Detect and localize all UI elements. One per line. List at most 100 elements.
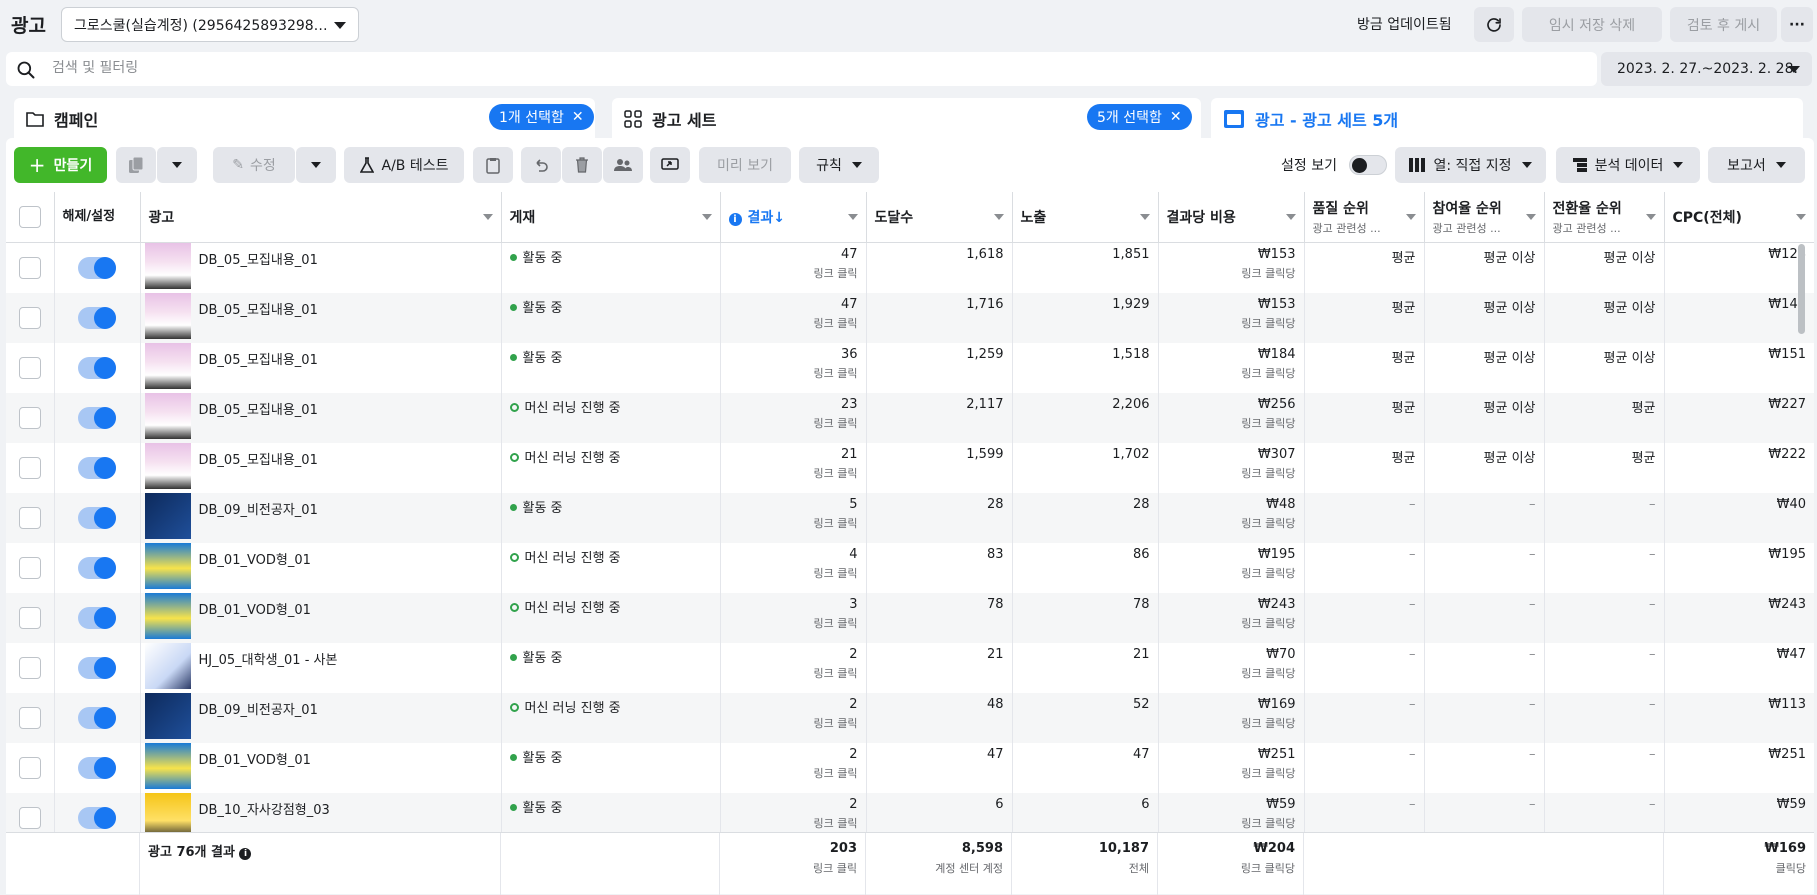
view-setup-toggle[interactable] — [1349, 155, 1387, 175]
tab-adset[interactable]: 광고 세트 5개 선택함 ✕ — [612, 98, 1201, 140]
edit-dropdown-button[interactable] — [296, 147, 336, 183]
table-row[interactable]: DB_09_비전공자_01 머신 러닝 진행 중 2 링크 클릭 48 52 ₩169 링크 … — [6, 693, 1814, 743]
preview-button[interactable]: 미리 보기 — [699, 147, 791, 183]
row-checkbox[interactable] — [18, 807, 41, 829]
duplicate-button[interactable] — [116, 147, 156, 183]
row-checkbox[interactable] — [18, 707, 41, 729]
info-icon[interactable]: i — [239, 848, 252, 860]
col-quality[interactable]: 품질 순위 광고 관련성 ... — [1304, 192, 1425, 243]
undo-button[interactable] — [521, 147, 561, 183]
col-impressions[interactable]: 노출 — [1012, 192, 1159, 243]
tab-campaign[interactable]: 캠페인 1개 선택함 ✕ — [14, 98, 595, 140]
ab-test-button[interactable]: A/B 테스트 — [344, 147, 464, 183]
table-row[interactable]: DB_05_모집내용_01 머신 러닝 진행 중 23 링크 클릭 2,117 2,206… — [6, 393, 1814, 443]
adset-selected-badge[interactable]: 5개 선택함 ✕ — [1087, 104, 1192, 130]
account-selector[interactable]: 그로스쿨(실습계정) (2956425893298… — [61, 7, 359, 42]
close-icon[interactable]: ✕ — [572, 109, 584, 125]
ad-name[interactable]: DB_09_비전공자_01 — [199, 697, 318, 718]
col-cpc[interactable]: CPC(전체) — [1664, 192, 1814, 243]
ad-name-cell[interactable]: HJ_05_대학생_01 - 사본 — [140, 643, 502, 693]
table-row[interactable]: DB_05_모집내용_01 활동 중 47 링크 클릭 1,716 1,929 ₩153 링크… — [6, 293, 1814, 343]
row-checkbox[interactable] — [18, 357, 41, 379]
ad-on-off-toggle[interactable] — [78, 557, 116, 579]
date-range-selector[interactable]: 2023. 2. 27.~2023. 2. 28. — [1601, 52, 1812, 86]
ad-on-off-toggle[interactable] — [78, 407, 116, 429]
ad-on-off-toggle[interactable] — [78, 457, 116, 479]
col-engagement[interactable]: 참여율 순위 광고 관련성 ... — [1424, 192, 1545, 243]
columns-button[interactable]: 열: 직접 지정 — [1395, 147, 1546, 183]
col-ad[interactable]: 광고 — [140, 192, 502, 243]
ad-on-off-toggle[interactable] — [78, 807, 116, 829]
ad-name-cell[interactable]: DB_05_모집내용_01 — [140, 343, 502, 393]
breakdown-button[interactable]: 분석 데이터 — [1556, 147, 1700, 183]
ad-on-off-toggle[interactable] — [78, 757, 116, 779]
row-checkbox[interactable] — [18, 607, 41, 629]
table-row[interactable]: DB_05_모집내용_01 활동 중 36 링크 클릭 1,259 1,518 ₩184 링크… — [6, 343, 1814, 393]
ad-name-cell[interactable]: DB_01_VOD형_01 — [140, 543, 502, 593]
col-conversion[interactable]: 전환율 순위 광고 관련성 ... — [1544, 192, 1665, 243]
row-checkbox[interactable] — [18, 507, 41, 529]
delete-button[interactable] — [562, 147, 602, 183]
ad-name-cell[interactable]: DB_05_모집내용_01 — [140, 242, 502, 293]
table-row[interactable]: DB_09_비전공자_01 활동 중 5 링크 클릭 28 28 ₩48 링크 클릭당 – – – ₩… — [6, 493, 1814, 543]
tab-ad[interactable]: 광고 - 광고 세트 5개 — [1211, 98, 1803, 140]
ad-name[interactable]: DB_05_모집내용_01 — [199, 297, 318, 318]
ad-name[interactable]: DB_05_모집내용_01 — [199, 447, 318, 468]
ad-on-off-toggle[interactable] — [78, 257, 116, 279]
table-row[interactable]: HJ_05_대학생_01 - 사본 활동 중 2 링크 클릭 21 21 ₩70 링크 클릭당… — [6, 643, 1814, 693]
ad-name[interactable]: DB_01_VOD형_01 — [199, 747, 311, 768]
ad-name[interactable]: DB_05_모집내용_01 — [199, 397, 318, 418]
row-checkbox[interactable] — [18, 557, 41, 579]
col-reach[interactable]: 도달수 — [866, 192, 1013, 243]
ad-name-cell[interactable]: DB_01_VOD형_01 — [140, 593, 502, 643]
table-row[interactable]: DB_10_자사강점형_03 활동 중 2 링크 클릭 6 6 ₩59 링크 클릭당 – – – ₩5… — [6, 793, 1814, 832]
row-checkbox[interactable] — [18, 657, 41, 679]
table-scrollbar[interactable] — [1798, 244, 1805, 334]
ad-name-cell[interactable]: DB_05_모집내용_01 — [140, 443, 502, 493]
ad-on-off-toggle[interactable] — [78, 507, 116, 529]
ad-name[interactable]: DB_10_자사강점형_03 — [199, 797, 330, 818]
col-toggle[interactable]: 해제/설정 — [54, 192, 141, 243]
ad-name[interactable]: DB_01_VOD형_01 — [199, 597, 311, 618]
ad-name[interactable]: DB_05_모집내용_01 — [199, 247, 318, 268]
ad-on-off-toggle[interactable] — [78, 607, 116, 629]
ad-name[interactable]: DB_05_모집내용_01 — [199, 347, 318, 368]
row-checkbox[interactable] — [18, 457, 41, 479]
row-checkbox[interactable] — [18, 307, 41, 329]
ad-on-off-toggle[interactable] — [78, 707, 116, 729]
ad-name-cell[interactable]: DB_05_모집내용_01 — [140, 293, 502, 343]
ad-name-cell[interactable]: DB_05_모집내용_01 — [140, 393, 502, 443]
table-row[interactable]: DB_05_모집내용_01 활동 중 47 링크 클릭 1,618 1,851 ₩153 링크… — [6, 242, 1814, 293]
table-row[interactable]: DB_01_VOD형_01 머신 러닝 진행 중 3 링크 클릭 78 78 ₩243 링크 … — [6, 593, 1814, 643]
row-checkbox[interactable] — [18, 257, 41, 279]
refresh-button[interactable] — [1474, 7, 1514, 42]
ad-name-cell[interactable]: DB_09_비전공자_01 — [140, 493, 502, 543]
ad-on-off-toggle[interactable] — [78, 307, 116, 329]
ad-name[interactable]: DB_09_비전공자_01 — [199, 497, 318, 518]
table-row[interactable]: DB_01_VOD형_01 활동 중 2 링크 클릭 47 47 ₩251 링크 클릭당 – – –… — [6, 743, 1814, 793]
row-checkbox[interactable] — [18, 407, 41, 429]
ad-on-off-toggle[interactable] — [78, 357, 116, 379]
clipboard-button[interactable] — [473, 147, 513, 183]
more-options-button[interactable]: ··· — [1781, 7, 1813, 42]
create-button[interactable]: + 만들기 — [14, 147, 107, 183]
ad-name-cell[interactable]: DB_01_VOD형_01 — [140, 743, 502, 793]
rules-button[interactable]: 규칙 — [799, 147, 879, 183]
review-publish-button[interactable]: 검토 후 게시 — [1670, 7, 1777, 42]
row-checkbox[interactable] — [18, 757, 41, 779]
edit-button[interactable]: ✎ 수정 — [213, 147, 295, 183]
ad-on-off-toggle[interactable] — [78, 657, 116, 679]
col-results[interactable]: i 결과↓ — [720, 192, 867, 243]
search-input[interactable] — [52, 60, 952, 76]
campaign-selected-badge[interactable]: 1개 선택함 ✕ — [489, 104, 594, 130]
ad-name[interactable]: DB_01_VOD형_01 — [199, 547, 311, 568]
ad-name-cell[interactable]: DB_09_비전공자_01 — [140, 693, 502, 743]
export-button[interactable] — [650, 147, 690, 183]
ad-name-cell[interactable]: DB_10_자사강점형_03 — [140, 793, 502, 832]
reports-button[interactable]: 보고서 — [1708, 147, 1805, 183]
col-delivery[interactable]: 게재 — [501, 192, 721, 243]
close-icon[interactable]: ✕ — [1170, 109, 1182, 125]
audience-button[interactable] — [603, 147, 643, 183]
table-row[interactable]: DB_05_모집내용_01 머신 러닝 진행 중 21 링크 클릭 1,599 1,702… — [6, 443, 1814, 493]
discard-draft-button[interactable]: 임시 저장 삭제 — [1522, 7, 1662, 42]
